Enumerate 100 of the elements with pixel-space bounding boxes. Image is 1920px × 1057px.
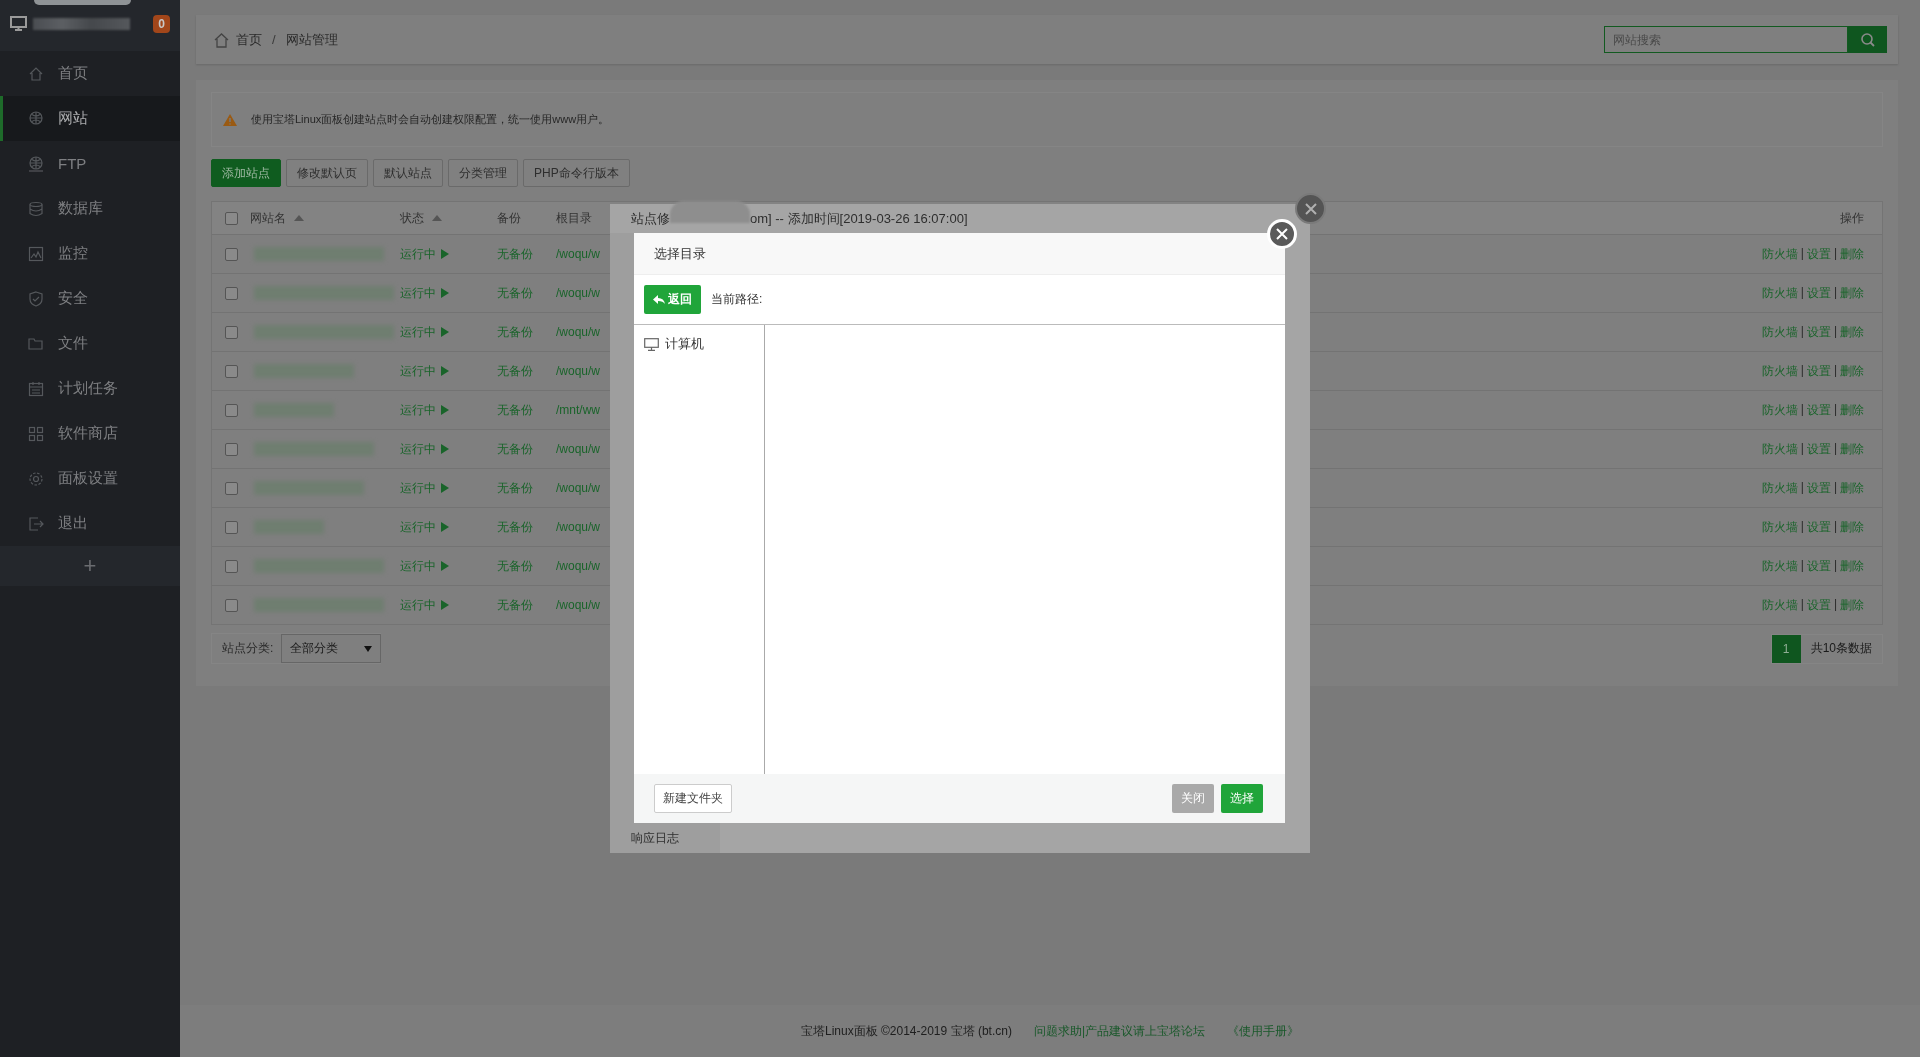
action-link[interactable]: 设置 (1806, 479, 1831, 497)
status-link[interactable]: 运行中 (400, 479, 449, 497)
status-link[interactable]: 运行中 (400, 557, 449, 575)
sidebar-item[interactable]: 软件商店 (0, 411, 180, 456)
sidebar-item[interactable]: FTP (0, 141, 180, 186)
sidebar-item[interactable]: 退出 (0, 501, 180, 546)
backup-link[interactable]: 无备份 (497, 285, 533, 300)
status-link[interactable]: 运行中 (400, 596, 449, 614)
backup-link[interactable]: 无备份 (497, 480, 533, 495)
action-link[interactable]: 设置 (1806, 518, 1831, 536)
status-link[interactable]: 运行中 (400, 401, 449, 419)
action-link[interactable]: 防火墙 (1761, 440, 1798, 458)
checkbox[interactable] (224, 325, 238, 339)
search-button[interactable] (1848, 26, 1887, 53)
status-link[interactable]: 运行中 (400, 440, 449, 458)
checkbox[interactable] (224, 520, 238, 534)
action-link[interactable]: 防火墙 (1761, 323, 1798, 341)
root-path-link[interactable]: /mnt/ww (556, 403, 600, 417)
column-header[interactable]: 状态 (400, 209, 442, 227)
sidebar-item[interactable]: 首页 (0, 51, 180, 96)
action-link[interactable]: 删除 (1840, 323, 1864, 341)
notification-badge[interactable]: 0 (153, 14, 170, 33)
backup-link[interactable]: 无备份 (497, 402, 533, 417)
category-select[interactable]: 全部分类 (281, 634, 382, 663)
sidebar-item[interactable]: 监控 (0, 231, 180, 276)
root-path-link[interactable]: /woqu/w (556, 559, 601, 573)
root-path-link[interactable]: /woqu/w (556, 286, 601, 300)
toolbar-button[interactable]: 默认站点 (373, 159, 443, 187)
checkbox[interactable] (224, 559, 238, 573)
backup-link[interactable]: 无备份 (497, 441, 533, 456)
action-link[interactable]: 删除 (1840, 518, 1864, 536)
sidebar-item[interactable]: 网站 (0, 96, 180, 141)
action-link[interactable]: 设置 (1806, 440, 1831, 458)
action-link[interactable]: 设置 (1806, 323, 1831, 341)
back-button[interactable]: 返回 (644, 285, 701, 314)
checkbox[interactable] (224, 211, 238, 225)
footer-link[interactable]: 《使用手册》 (1227, 1022, 1300, 1040)
action-link[interactable]: 防火墙 (1761, 557, 1798, 575)
dialog-button[interactable]: 选择 (1221, 784, 1263, 813)
root-path-link[interactable]: /woqu/w (556, 364, 601, 378)
status-link[interactable]: 运行中 (400, 284, 449, 302)
breadcrumb-link[interactable]: 首页 (236, 30, 262, 49)
root-path-link[interactable]: /woqu/w (556, 481, 601, 495)
action-link[interactable]: 防火墙 (1761, 401, 1798, 419)
toolbar-button[interactable]: 修改默认页 (286, 159, 368, 187)
status-link[interactable]: 运行中 (400, 245, 449, 263)
action-link[interactable]: 删除 (1840, 479, 1864, 497)
action-link[interactable]: 删除 (1840, 245, 1864, 263)
toolbar-button[interactable]: 添加站点 (211, 159, 281, 187)
action-link[interactable]: 删除 (1840, 362, 1864, 380)
checkbox[interactable] (224, 598, 238, 612)
backup-link[interactable]: 无备份 (497, 324, 533, 339)
action-link[interactable]: 防火墙 (1761, 596, 1798, 614)
action-link[interactable]: 删除 (1840, 557, 1864, 575)
toolbar-button[interactable]: 分类管理 (448, 159, 518, 187)
action-link[interactable]: 防火墙 (1761, 245, 1798, 263)
backup-link[interactable]: 无备份 (497, 363, 533, 378)
root-path-link[interactable]: /woqu/w (556, 325, 601, 339)
action-link[interactable]: 设置 (1806, 284, 1831, 302)
checkbox[interactable] (224, 481, 238, 495)
column-header[interactable]: 操作 (1840, 209, 1864, 227)
sidebar-item[interactable]: 计划任务 (0, 366, 180, 411)
sidebar-item[interactable]: 数据库 (0, 186, 180, 231)
status-link[interactable]: 运行中 (400, 323, 449, 341)
checkbox[interactable] (224, 247, 238, 261)
root-path-link[interactable]: /woqu/w (556, 442, 601, 456)
action-link[interactable]: 设置 (1806, 596, 1831, 614)
root-path-link[interactable]: /woqu/w (556, 520, 601, 534)
checkbox[interactable] (224, 403, 238, 417)
root-path-link[interactable]: /woqu/w (556, 598, 601, 612)
action-link[interactable]: 设置 (1806, 245, 1831, 263)
action-link[interactable]: 防火墙 (1761, 518, 1798, 536)
add-button[interactable]: + (83, 553, 97, 579)
action-link[interactable]: 删除 (1840, 596, 1864, 614)
action-link[interactable]: 删除 (1840, 401, 1864, 419)
status-link[interactable]: 运行中 (400, 518, 449, 536)
sidebar-item[interactable]: 面板设置 (0, 456, 180, 501)
footer-link[interactable]: 问题求助|产品建议请上宝塔论坛 (1033, 1022, 1206, 1040)
action-link[interactable]: 防火墙 (1761, 284, 1798, 302)
backup-link[interactable]: 无备份 (497, 558, 533, 573)
sidebar-item[interactable]: 文件 (0, 321, 180, 366)
action-link[interactable]: 防火墙 (1761, 479, 1798, 497)
backup-link[interactable]: 无备份 (497, 519, 533, 534)
backup-link[interactable]: 无备份 (497, 597, 533, 612)
root-path-link[interactable]: /woqu/w (556, 247, 601, 261)
action-link[interactable]: 删除 (1840, 284, 1864, 302)
sidebar-item[interactable]: 安全 (0, 276, 180, 321)
tree-item[interactable]: 计算机 (634, 335, 764, 353)
action-link[interactable]: 设置 (1806, 557, 1831, 575)
action-link[interactable]: 设置 (1806, 362, 1831, 380)
action-link[interactable]: 防火墙 (1761, 362, 1798, 380)
column-header[interactable]: 根目录 (556, 209, 592, 227)
action-link[interactable]: 设置 (1806, 401, 1831, 419)
checkbox[interactable] (224, 286, 238, 300)
toolbar-button[interactable]: PHP命令行版本 (523, 159, 630, 187)
column-header[interactable]: 网站名 (250, 209, 304, 227)
new-folder-button[interactable]: 新建文件夹 (654, 784, 732, 813)
checkbox[interactable] (224, 442, 238, 456)
page-button[interactable]: 1 (1771, 634, 1801, 663)
checkbox[interactable] (224, 364, 238, 378)
